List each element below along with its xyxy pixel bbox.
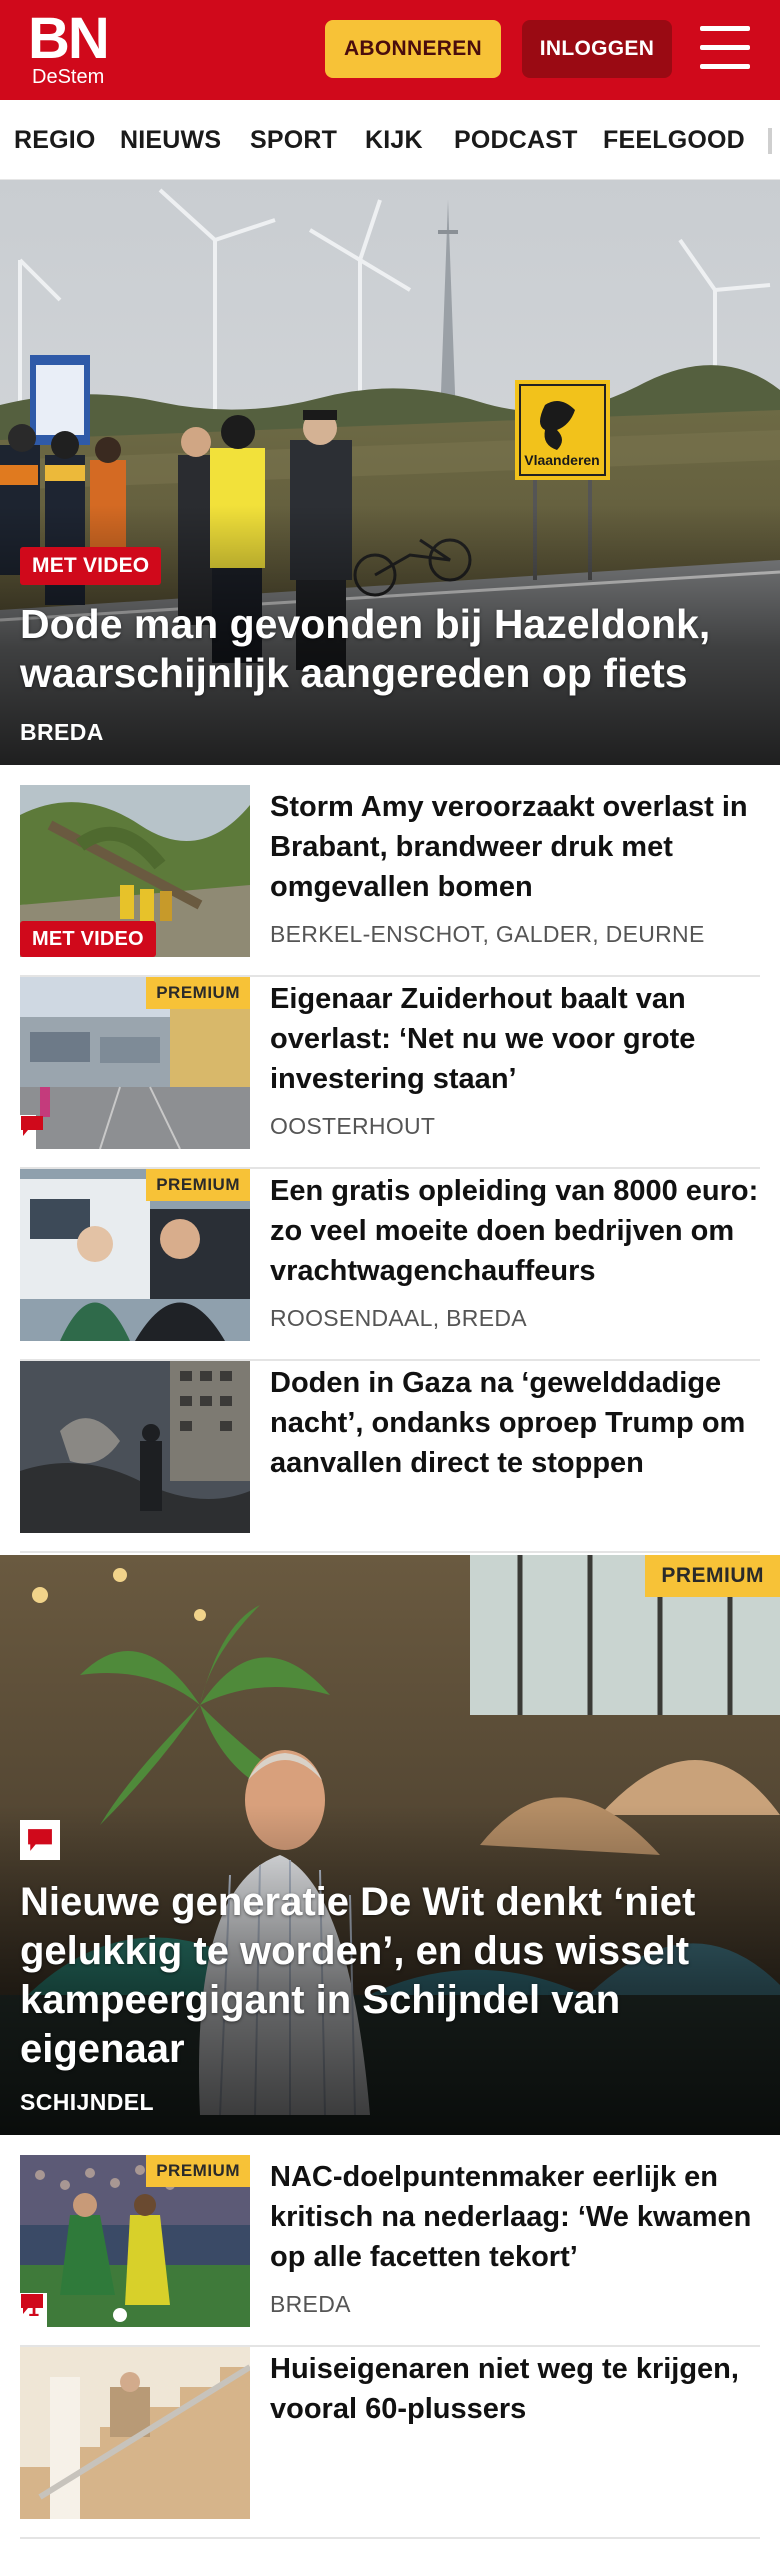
article-headline[interactable]: NAC-doelpuntenmaker eerlijk en kritisch … xyxy=(270,2157,760,2277)
article-location: OOSTERHOUT xyxy=(270,1113,436,1139)
article-thumbnail: PREMIUM xyxy=(20,1169,250,1341)
article-headline[interactable]: Huiseigenaren niet weg te krijgen, voora… xyxy=(270,2349,760,2429)
hero-location: BREDA xyxy=(20,719,104,745)
hero-headline[interactable]: Dode man gevonden bij Hazeldonk, waarsch… xyxy=(20,600,756,698)
article-location: BREDA xyxy=(270,2291,351,2317)
article-headline-text: Een gratis opleiding van 8000 euro: zo v… xyxy=(270,1175,759,1287)
article-item-huiseigenaren[interactable]: Huiseigenaren niet weg te krijgen, voora… xyxy=(20,2347,760,2539)
premium-badge: PREMIUM xyxy=(645,1555,780,1597)
nav-overflow-indicator xyxy=(768,128,772,154)
article-thumbnail: PREMIUM 1 xyxy=(20,2155,250,2327)
comment-indicator[interactable] xyxy=(20,1115,43,1149)
comment-indicator[interactable]: 1 xyxy=(20,2293,48,2327)
article-thumbnail: MET VIDEO xyxy=(20,785,250,957)
article-headline[interactable]: Storm Amy veroorzaakt overlast in Braban… xyxy=(270,787,760,907)
logo-text-main: BN xyxy=(28,6,110,71)
photo-gaza-rubble xyxy=(20,1361,250,1533)
article-item-nac[interactable]: PREMIUM 1 NAC-doelpuntenmaker eerlijk en… xyxy=(20,2155,760,2347)
premium-badge: PREMIUM xyxy=(146,1169,250,1201)
nav-item-kijk[interactable]: KIJK xyxy=(365,124,423,156)
article-thumbnail xyxy=(20,2347,250,2519)
hero-headline[interactable]: Nieuwe generatie De Wit denkt ‘niet gelu… xyxy=(20,1878,756,2074)
comment-icon xyxy=(21,1116,43,1136)
article-headline[interactable]: Doden in Gaza na ‘gewelddadige nacht’, o… xyxy=(270,1363,760,1483)
article-location: ROOSENDAAL, BREDA xyxy=(270,1305,527,1331)
article-thumbnail: PREMIUM xyxy=(20,977,250,1149)
photo-stairlift xyxy=(20,2347,250,2519)
article-item-gaza[interactable]: Doden in Gaza na ‘gewelddadige nacht’, o… xyxy=(20,1361,760,1553)
section-nav: REGIO NIEUWS SPORT KIJK PODCAST FEELGOOD xyxy=(0,100,780,180)
premium-badge: PREMIUM xyxy=(146,2155,250,2187)
article-thumbnail xyxy=(20,1361,250,1533)
article-item-opleiding[interactable]: PREMIUM Een gratis opleiding van 8000 eu… xyxy=(20,1169,760,1361)
nav-item-nieuws[interactable]: NIEUWS xyxy=(120,124,221,156)
premium-badge: PREMIUM xyxy=(146,977,250,1009)
comment-icon xyxy=(21,2294,43,2314)
nav-item-regio[interactable]: REGIO xyxy=(14,124,96,156)
comment-icon xyxy=(28,1829,52,1851)
article-location: BERKEL-ENSCHOT, GALDER, DEURNE xyxy=(270,921,705,947)
article-item-zuiderhout[interactable]: PREMIUM Eigenaar Zuiderhout baalt van ov… xyxy=(20,977,760,1169)
article-item-storm-amy[interactable]: MET VIDEO Storm Amy veroorzaakt overlast… xyxy=(20,785,760,977)
hamburger-menu-icon[interactable] xyxy=(700,24,750,72)
nav-item-feelgood[interactable]: FEELGOOD xyxy=(603,124,745,156)
bn-destem-logo[interactable]: BN DeStem xyxy=(28,6,118,92)
top-header-bar: BN DeStem ABONNEREN INLOGGEN xyxy=(0,0,780,100)
comment-indicator[interactable] xyxy=(20,1820,60,1860)
article-headline[interactable]: Eigenaar Zuiderhout baalt van overlast: … xyxy=(270,979,760,1099)
nav-item-podcast[interactable]: PODCAST xyxy=(454,124,578,156)
hero-article-hazeldonk[interactable]: Vlaanderen MET VIDEO Dode man gevonden b… xyxy=(0,180,780,765)
video-badge: MET VIDEO xyxy=(20,547,162,585)
video-badge: MET VIDEO xyxy=(20,921,156,957)
nav-item-sport[interactable]: SPORT xyxy=(250,124,337,156)
subscribe-button[interactable]: ABONNEREN xyxy=(325,20,501,78)
hero-location: SCHIJNDEL xyxy=(20,2089,154,2115)
login-button[interactable]: INLOGGEN xyxy=(522,20,672,78)
article-headline[interactable]: Een gratis opleiding van 8000 euro: zo v… xyxy=(270,1171,760,1291)
flanders-sign-text: Vlaanderen xyxy=(524,452,599,468)
hero-article-de-wit[interactable]: PREMIUM Nieuwe generatie De Wit denkt ‘n… xyxy=(0,1555,780,2135)
